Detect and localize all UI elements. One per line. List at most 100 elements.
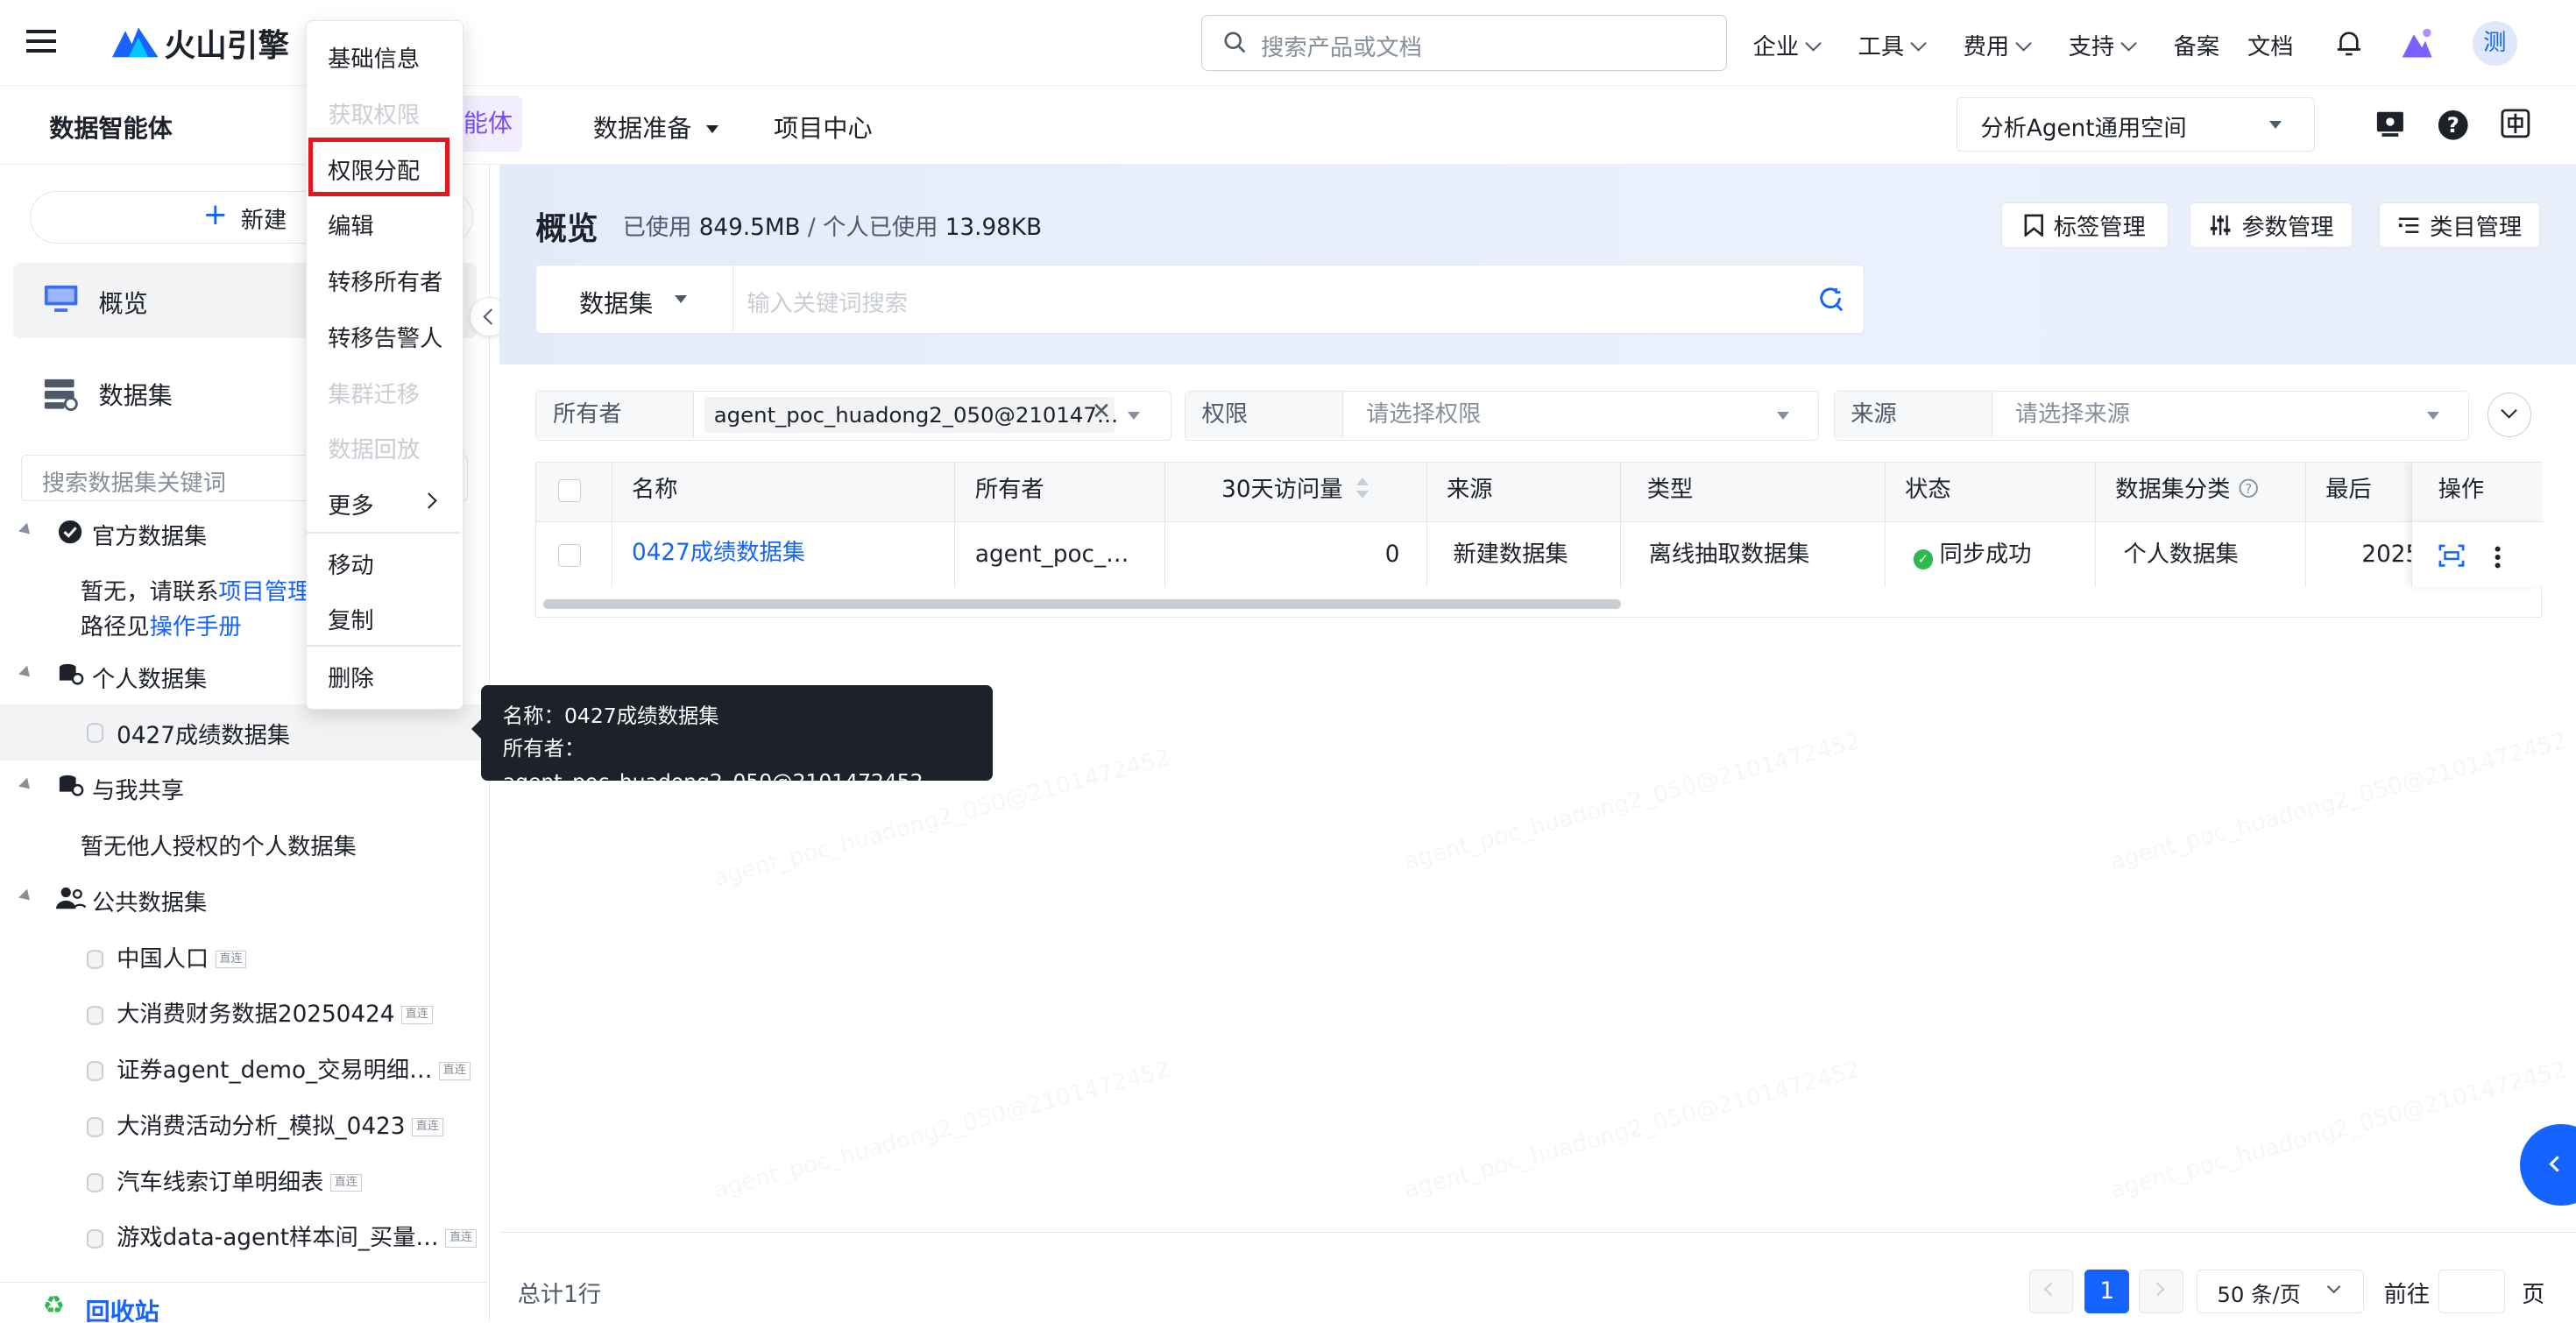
- chevron-left-icon: [2549, 1156, 2565, 1172]
- chevron-down-icon: [2326, 1279, 2341, 1294]
- tree-item-public[interactable]: 大消费财务数据20250424 直连: [87, 995, 433, 1029]
- menu-item-transfer-alert[interactable]: 转移告警人: [328, 320, 442, 353]
- tree-item-public[interactable]: 中国人口 直连: [87, 940, 247, 973]
- page-number-current[interactable]: 1: [2084, 1269, 2129, 1314]
- recycle-bin[interactable]: ♻ 回收站: [0, 1281, 488, 1323]
- remove-tag-icon[interactable]: ✕: [1092, 399, 1111, 425]
- collapse-triangle-icon[interactable]: [18, 888, 34, 905]
- workspace-select[interactable]: 分析Agent通用空间: [1957, 96, 2315, 152]
- database-icon: [87, 1172, 104, 1193]
- monitor-icon: [44, 286, 78, 313]
- help-icon[interactable]: ?: [2437, 109, 2470, 142]
- floating-assistant-button[interactable]: [2520, 1123, 2576, 1206]
- search-type-select[interactable]: 数据集: [536, 265, 734, 331]
- page-unit-label: 页: [2522, 1282, 2545, 1308]
- page-size-select[interactable]: 50 条/页: [2196, 1269, 2365, 1314]
- param-management-button[interactable]: 参数管理: [2190, 202, 2353, 249]
- cell-status: ✓ 同步成功: [1885, 521, 2096, 588]
- bell-icon[interactable]: [2334, 28, 2364, 58]
- owner-filter-tag[interactable]: agent_poc_huadong2_050@210147… ✕: [704, 396, 1118, 434]
- search-refresh-icon[interactable]: [1818, 287, 1844, 313]
- next-page-button[interactable]: [2139, 1269, 2183, 1314]
- permission-filter-label: 权限: [1185, 392, 1343, 438]
- user-avatar[interactable]: 测: [2472, 21, 2517, 66]
- permission-filter[interactable]: 权限 请选择权限: [1184, 391, 1819, 441]
- nav-docs[interactable]: 文档: [2247, 28, 2294, 61]
- collapse-triangle-icon[interactable]: [18, 665, 34, 682]
- volcano-logo-icon: [111, 27, 158, 58]
- watermark: agent_poc_huadong2_050@2101472452: [711, 1057, 1173, 1204]
- header-select-all[interactable]: [536, 462, 612, 522]
- dataset-name-link[interactable]: 0427成绩数据集: [612, 521, 956, 588]
- column-header-last: 最后: [2305, 462, 2411, 522]
- menu-item-delete[interactable]: 删除: [328, 660, 374, 693]
- database-icon: [87, 1061, 104, 1081]
- project-management-link[interactable]: 项目管理: [218, 579, 310, 605]
- horizontal-scrollbar[interactable]: [542, 598, 1621, 609]
- more-vertical-icon[interactable]: [2493, 544, 2502, 570]
- tag-management-button[interactable]: 标签管理: [2000, 202, 2169, 249]
- language-switch-icon[interactable]: [2501, 109, 2530, 138]
- dataset-tooltip: 名称：0427成绩数据集 所有者：agent_poc_huadong2_050@…: [471, 684, 993, 794]
- nav-enterprise[interactable]: 企业: [1753, 28, 1822, 61]
- caret-down-icon[interactable]: [1128, 411, 1141, 420]
- sort-down-icon[interactable]: [1355, 490, 1369, 499]
- nav-filing[interactable]: 备案: [2174, 28, 2220, 61]
- nav-billing[interactable]: 费用: [1964, 28, 2032, 61]
- tree-item-public[interactable]: 游戏data-agent样本间_买量… 直连: [87, 1219, 477, 1252]
- sort-up-icon[interactable]: [1355, 478, 1369, 485]
- success-check-icon: ✓: [1913, 549, 1933, 570]
- checkbox[interactable]: [557, 478, 581, 502]
- tree-item-0427[interactable]: 0427成绩数据集: [0, 704, 488, 761]
- menu-item-copy[interactable]: 复制: [328, 602, 374, 635]
- page-size-label: 50 条/页: [2217, 1281, 2302, 1307]
- source-placeholder: 请选择来源: [2014, 401, 2130, 428]
- nav-tools[interactable]: 工具: [1858, 28, 1927, 61]
- tab-data-prep[interactable]: 数据准备: [593, 109, 719, 145]
- menu-item-edit[interactable]: 编辑: [328, 208, 374, 241]
- app-title: 数据智能体: [49, 113, 173, 143]
- tree-group-public[interactable]: 公共数据集: [92, 884, 207, 917]
- source-filter[interactable]: 来源 请选择来源: [1833, 391, 2470, 441]
- menu-item-more[interactable]: 更多: [328, 487, 442, 520]
- direct-tag: 直连: [411, 1117, 443, 1136]
- database-icon: [87, 1005, 104, 1025]
- menu-item-transfer-owner[interactable]: 转移所有者: [328, 264, 442, 297]
- tree-group-official[interactable]: 官方数据集: [92, 518, 207, 551]
- tree-group-shared[interactable]: 与我共享: [92, 772, 184, 805]
- official-empty-line2: 路径见操作手册: [80, 613, 242, 640]
- checkbox[interactable]: [557, 543, 581, 567]
- shared-dataset-icon: [59, 775, 83, 796]
- keyword-search-input[interactable]: 输入关键词搜索: [747, 285, 908, 318]
- monitor-settings-icon[interactable]: [2375, 109, 2405, 138]
- brand-logo[interactable]: [111, 21, 158, 67]
- recycle-label: 回收站: [85, 1297, 159, 1323]
- database-icon: [87, 1117, 104, 1137]
- collapse-triangle-icon[interactable]: [18, 522, 34, 539]
- prev-page-button[interactable]: [2028, 1269, 2074, 1314]
- category-management-button[interactable]: 类目管理: [2379, 202, 2540, 249]
- tab-project-center[interactable]: 项目中心: [774, 109, 872, 145]
- menu-item-assign-permission[interactable]: 权限分配: [328, 152, 420, 186]
- global-search-input[interactable]: 搜索产品或文档: [1200, 14, 1727, 71]
- total-count: 总计1行: [517, 1282, 602, 1308]
- ai-assistant-icon[interactable]: [2399, 25, 2435, 60]
- expand-filters-button[interactable]: [2487, 393, 2532, 437]
- row-select[interactable]: [536, 521, 612, 588]
- tree-group-personal[interactable]: 个人数据集: [92, 661, 207, 694]
- column-header-visits[interactable]: 30天访问量: [1165, 462, 1427, 522]
- tree-item-public[interactable]: 汽车线索订单明细表 直连: [87, 1164, 362, 1197]
- direct-tag: 直连: [215, 950, 247, 969]
- nav-support[interactable]: 支持: [2069, 28, 2137, 61]
- chevron-right-icon: [2150, 1283, 2165, 1297]
- scan-icon[interactable]: [2438, 544, 2465, 567]
- goto-page-input[interactable]: [2438, 1269, 2506, 1314]
- menu-icon[interactable]: [26, 29, 56, 53]
- manual-link[interactable]: 操作手册: [150, 614, 242, 640]
- collapse-triangle-icon[interactable]: [18, 777, 34, 793]
- menu-item-basic-info[interactable]: 基础信息: [328, 40, 420, 74]
- menu-item-move[interactable]: 移动: [328, 547, 374, 580]
- tree-item-public[interactable]: 大消费活动分析_模拟_0423 直连: [87, 1107, 443, 1141]
- help-circle-icon[interactable]: ?: [2239, 478, 2259, 499]
- tree-item-public[interactable]: 证券agent_demo_交易明细… 直连: [87, 1051, 471, 1085]
